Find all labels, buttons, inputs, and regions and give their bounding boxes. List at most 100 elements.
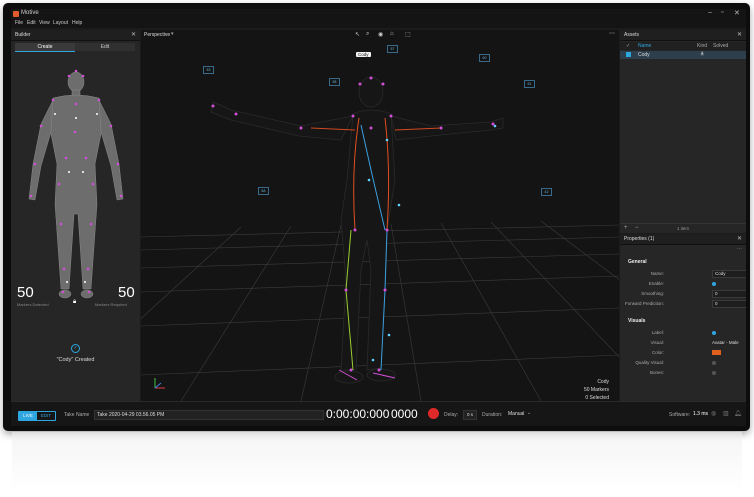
monitor-bezel: Motive – ▫ ✕ File Edit View Layout Help … bbox=[3, 3, 750, 431]
duration-select[interactable]: Manual bbox=[508, 411, 524, 417]
quality-visual-toggle[interactable] bbox=[712, 361, 716, 365]
builder-title: Builder bbox=[15, 32, 31, 38]
app-title: Motive bbox=[21, 10, 39, 16]
camera-status-icon[interactable]: ◍ bbox=[711, 410, 716, 417]
control-deck: LIVE EDIT Take Name Take 2020-04-29 03.5… bbox=[11, 401, 746, 426]
marker-label: 51 bbox=[524, 80, 535, 88]
builder-tabs: Create Edit bbox=[15, 43, 135, 52]
assets-panel: Assets ✕ ✓ Name Kind Solved Cody 🯅 + − 1… bbox=[620, 30, 746, 233]
minimize-icon[interactable]: – bbox=[708, 9, 712, 16]
smoothing-input[interactable]: 0 bbox=[712, 290, 746, 298]
builder-close-icon[interactable]: ✕ bbox=[131, 31, 136, 38]
builder-status: "Cody" Created bbox=[56, 357, 95, 363]
column-kind[interactable]: Kind bbox=[697, 43, 707, 49]
column-solved[interactable]: Solved bbox=[713, 43, 728, 49]
tab-create[interactable]: Create bbox=[15, 43, 75, 52]
markers-required-count: 50 bbox=[118, 284, 135, 301]
section-general: General bbox=[628, 259, 647, 265]
forward-prediction-label: Forward Prediction: bbox=[624, 301, 664, 306]
title-bar: Motive – ▫ ✕ bbox=[11, 9, 746, 19]
markers-required-label: Markers Required bbox=[95, 302, 127, 307]
timecode: 0:00:00:000 bbox=[326, 407, 390, 421]
marker-label: 57 bbox=[387, 45, 398, 53]
marker-label: 53 bbox=[203, 66, 214, 74]
skeleton-kind-icon: 🯅 bbox=[700, 51, 705, 57]
frame-counter: 0000 bbox=[391, 407, 418, 421]
column-name[interactable]: Name bbox=[638, 43, 651, 49]
builder-panel: Builder ✕ Create Edit 50 Markers Detecte… bbox=[11, 30, 140, 401]
software-latency-label: Software: bbox=[669, 412, 691, 418]
assets-column-header: ✓ Name Kind Solved bbox=[620, 42, 746, 50]
markers-detected-count: 50 bbox=[17, 284, 34, 301]
take-name-input[interactable]: Take 2020-04-29 03.56.05 PM bbox=[94, 410, 324, 420]
assets-header: Assets ✕ bbox=[620, 30, 746, 41]
label-label: Label: bbox=[651, 330, 664, 335]
visual-select[interactable]: Avatar - Male bbox=[712, 340, 739, 345]
notifications-icon[interactable]: 🔔︎ bbox=[734, 410, 742, 417]
skeleton-name-tag: Cody bbox=[356, 52, 371, 57]
asset-row[interactable]: Cody 🯅 bbox=[620, 51, 746, 59]
markers-detected-label: Markers Detected bbox=[17, 302, 49, 307]
menu-layout[interactable]: Layout bbox=[53, 20, 68, 26]
take-name-value: Take 2020-04-29 03.56.05 PM bbox=[97, 412, 165, 418]
asset-name: Cody bbox=[638, 52, 650, 58]
perspective-viewport[interactable]: Perspective ▾ ↖ ⌕ ◉ ⌂ ⬚ ⋯ Cody 53 58 57 … bbox=[141, 30, 619, 401]
menu-edit[interactable]: Edit bbox=[27, 20, 36, 26]
close-icon[interactable]: ✕ bbox=[734, 9, 740, 17]
menu-view[interactable]: View bbox=[39, 20, 50, 26]
color-label: Color: bbox=[651, 350, 664, 355]
duration-label: Duration: bbox=[482, 412, 503, 418]
viewport-marker-count: 50 Markers bbox=[583, 387, 609, 393]
menu-help[interactable]: Help bbox=[72, 20, 82, 26]
bones-toggle[interactable] bbox=[712, 371, 716, 375]
assets-close-icon[interactable]: ✕ bbox=[737, 31, 742, 38]
name-input[interactable]: Cody bbox=[712, 270, 746, 278]
enable-toggle[interactable] bbox=[712, 282, 716, 286]
enable-label: Enable: bbox=[648, 281, 664, 286]
record-button[interactable] bbox=[428, 408, 439, 419]
menu-bar: File Edit View Layout Help ▣ ▣ ▣ ▣ bbox=[11, 19, 746, 37]
assets-count: 1 item bbox=[676, 226, 690, 231]
properties-more-icon[interactable]: ⋯ bbox=[737, 246, 742, 252]
motive-logo-icon bbox=[13, 11, 19, 17]
duration-dropdown-icon[interactable]: ⌄ bbox=[527, 410, 531, 416]
tab-edit[interactable]: Edit bbox=[75, 43, 135, 51]
name-label: Name: bbox=[650, 271, 664, 276]
visual-label: Visual: bbox=[650, 340, 664, 345]
scene-3d bbox=[141, 76, 619, 401]
properties-close-icon[interactable]: ✕ bbox=[737, 235, 742, 242]
app-window: Motive – ▫ ✕ File Edit View Layout Help … bbox=[11, 9, 746, 426]
monitor-reflection bbox=[12, 432, 742, 492]
properties-header: Properties (1) ✕ bbox=[620, 234, 746, 245]
label-toggle[interactable] bbox=[712, 331, 716, 335]
forward-prediction-input[interactable]: 0 bbox=[712, 300, 746, 308]
select-all-check-icon[interactable]: ✓ bbox=[626, 43, 630, 49]
lock-icon[interactable]: 🔒︎ bbox=[73, 299, 76, 306]
marker-label: 5A bbox=[258, 187, 269, 195]
delay-input[interactable]: 0 s bbox=[463, 410, 477, 420]
devices-icon[interactable]: ▥ bbox=[723, 410, 729, 417]
marker-label: 60 bbox=[479, 54, 490, 62]
live-mode-button[interactable]: LIVE bbox=[19, 412, 37, 420]
smoothing-label: Smoothing: bbox=[641, 291, 664, 296]
properties-panel: Properties (1) ✕ ⋯ General Name: Cody En… bbox=[620, 234, 746, 401]
bones-label: Bones: bbox=[649, 370, 664, 375]
edit-mode-button[interactable]: EDIT bbox=[37, 412, 55, 420]
asset-enable-checkbox[interactable] bbox=[626, 52, 631, 57]
avatar-preview bbox=[28, 69, 124, 299]
delay-label: Delay: bbox=[444, 412, 459, 418]
marker-label: 58 bbox=[329, 78, 340, 86]
assets-footer: + − 1 item bbox=[620, 223, 746, 234]
menu-file[interactable]: File bbox=[15, 20, 23, 26]
assets-title: Assets bbox=[624, 32, 640, 38]
software-latency-value: 1.3 ms bbox=[693, 411, 709, 417]
color-swatch[interactable] bbox=[712, 350, 721, 355]
quality-visual-label: Quality Visual: bbox=[635, 360, 664, 365]
builder-header: Builder ✕ bbox=[11, 30, 140, 41]
properties-title: Properties (1) bbox=[624, 236, 655, 242]
mode-switch: LIVE EDIT bbox=[18, 411, 56, 421]
take-name-label: Take Name bbox=[64, 412, 90, 418]
maximize-icon[interactable]: ▫ bbox=[721, 9, 723, 16]
check-circle-icon: ✓ bbox=[71, 344, 80, 353]
section-visuals: Visuals bbox=[628, 318, 646, 324]
